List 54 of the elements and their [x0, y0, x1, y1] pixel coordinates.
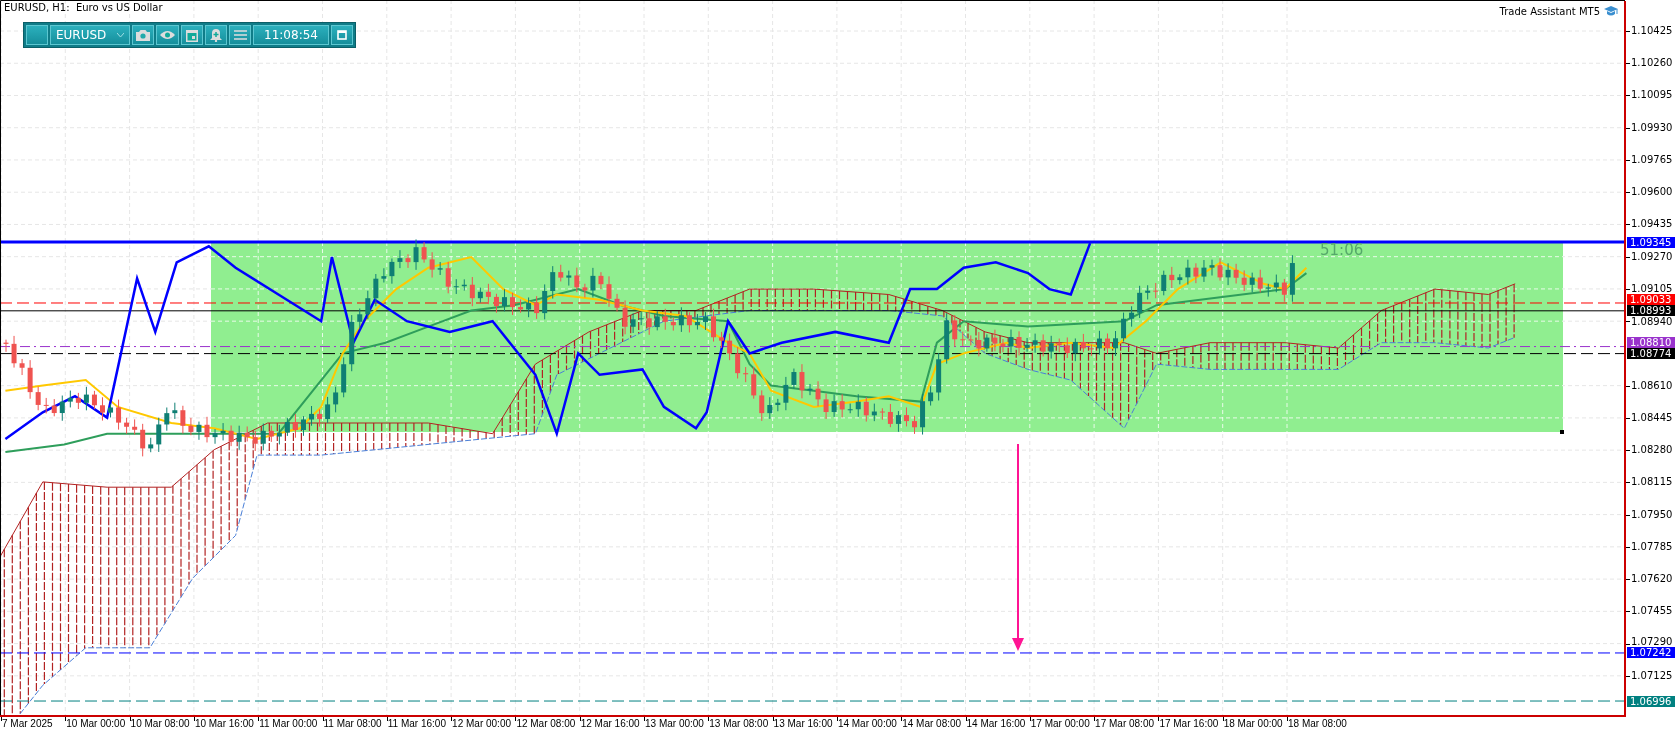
- time-tick-label: 13 Mar 08:00: [709, 718, 769, 730]
- price-tick-label: 1.09600: [1631, 187, 1673, 198]
- price-tick-label: 1.07950: [1631, 509, 1673, 520]
- time-tick-label: 12 Mar 08:00: [516, 718, 576, 730]
- price-tick-label: 1.09765: [1631, 154, 1673, 165]
- price-tick-label: 1.08445: [1631, 412, 1673, 423]
- price-tag: 1.07242: [1627, 647, 1675, 659]
- time-tick-label: 14 Mar 00:00: [837, 718, 897, 730]
- time-tick-label: 13 Mar 16:00: [773, 718, 833, 730]
- time-tick-label: 17 Mar 00:00: [1030, 718, 1090, 730]
- time-tick-label: 11 Mar 08:00: [323, 718, 382, 730]
- time-tick-label: 11 Mar 00:00: [259, 718, 318, 730]
- time-tick-label: 17 Mar 08:00: [1095, 718, 1155, 730]
- price-tick-label: 1.09930: [1631, 122, 1673, 133]
- price-tag: 1.08810: [1627, 337, 1675, 349]
- price-tick-label: 1.10260: [1631, 58, 1673, 69]
- price-tick-label: 1.08940: [1631, 316, 1673, 327]
- time-tick-label: 18 Mar 08:00: [1288, 718, 1347, 730]
- price-tick-label: 1.08610: [1631, 380, 1673, 391]
- price-tick-label: 1.08115: [1631, 477, 1673, 488]
- price-tick-label: 1.10095: [1631, 90, 1673, 101]
- time-tick-label: 18 Mar 00:00: [1223, 718, 1283, 730]
- time-tick-label: 11 Mar 16:00: [387, 718, 446, 730]
- time-tick-label: 14 Mar 16:00: [966, 718, 1026, 730]
- price-tick-label: 1.09105: [1631, 283, 1673, 294]
- price-tick-label: 1.07620: [1631, 574, 1673, 585]
- price-tag: 1.08774: [1627, 348, 1675, 360]
- price-tick-label: 1.07785: [1631, 541, 1673, 552]
- assistant-label: Trade Assistant MT5: [1499, 5, 1600, 17]
- countdown-timer: 51:06: [1320, 241, 1364, 259]
- time-tick-label: 17 Mar 16:00: [1159, 718, 1219, 730]
- price-tag: 1.09345: [1627, 236, 1675, 248]
- price-tag: 1.06996: [1627, 695, 1675, 707]
- time-tick-label: 7 Mar 2025: [2, 718, 53, 730]
- time-button[interactable]: 11:08:54: [253, 25, 329, 45]
- price-tag: 1.09033: [1627, 294, 1675, 306]
- time-tick-label: 14 Mar 08:00: [902, 718, 962, 730]
- price-tick-label: 1.08280: [1631, 445, 1673, 456]
- symbol-dropdown[interactable]: EURUSD: [50, 25, 130, 45]
- time-tick-label: 12 Mar 16:00: [580, 718, 640, 730]
- price-tick-label: 1.07455: [1631, 606, 1673, 617]
- price-tick-label: 1.09270: [1631, 251, 1673, 262]
- symbol-text: EURUSD: [56, 28, 107, 42]
- time-tick-label: 10 Mar 16:00: [194, 718, 254, 730]
- price-tick-label: 1.07290: [1631, 636, 1673, 647]
- price-tick-label: 1.09435: [1631, 219, 1673, 230]
- price-tick-label: 1.10425: [1631, 26, 1673, 36]
- price-tag: 1.08993: [1627, 305, 1675, 317]
- time-tick-label: 10 Mar 08:00: [130, 718, 190, 730]
- time-tick-label: 12 Mar 00:00: [452, 718, 512, 730]
- time-tick-label: 10 Mar 00:00: [66, 718, 126, 730]
- time-tick-label: 13 Mar 00:00: [645, 718, 704, 730]
- price-tick-label: 1.07125: [1631, 670, 1673, 681]
- chart-title: EURUSD, H1: Euro vs US Dollar: [4, 2, 163, 13]
